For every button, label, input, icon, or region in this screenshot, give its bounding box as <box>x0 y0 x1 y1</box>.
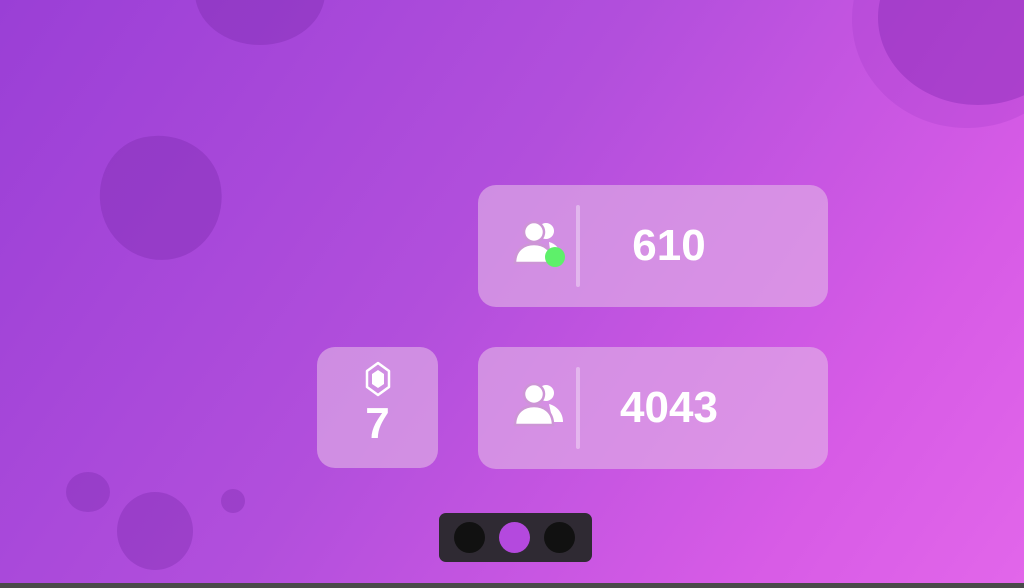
online-members-card: 610 <box>478 185 828 307</box>
gem-icon <box>365 361 391 397</box>
background-blob <box>221 489 245 513</box>
page-dot[interactable] <box>454 522 485 553</box>
boost-level-value: 7 <box>365 399 390 448</box>
page-indicator <box>439 513 592 562</box>
boost-level-card: 7 <box>317 347 438 468</box>
users-icon <box>513 382 563 427</box>
page-dot[interactable] <box>544 522 575 553</box>
total-members-card: 4043 <box>478 347 828 469</box>
background-blob <box>66 472 110 512</box>
members-count: 4043 <box>620 383 718 432</box>
background-blob <box>88 123 234 272</box>
online-status-dot <box>545 247 565 267</box>
users-online-icon <box>513 220 565 267</box>
online-count: 610 <box>632 221 706 270</box>
bottom-bar <box>0 583 1024 588</box>
background-blob <box>195 0 325 45</box>
page-dot-active[interactable] <box>499 522 530 553</box>
background-blob <box>117 492 193 570</box>
server-stats-screen: 610 4043 7 <box>0 0 1024 588</box>
